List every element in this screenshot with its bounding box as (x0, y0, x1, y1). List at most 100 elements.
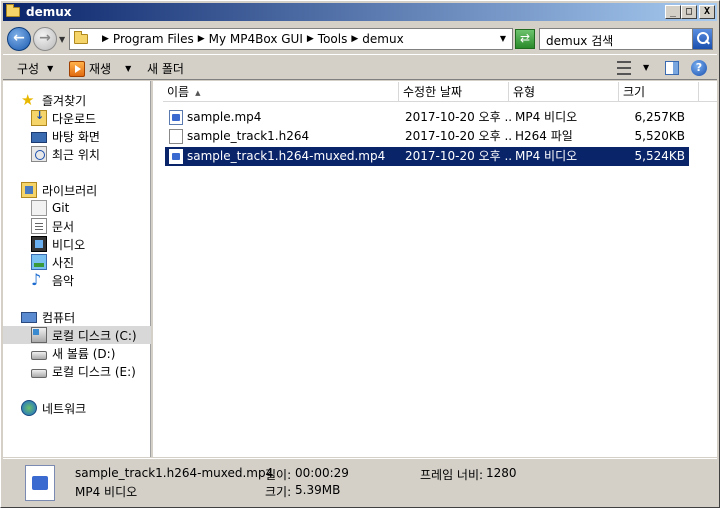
file-size: 5,524KB (634, 149, 685, 163)
title-bar[interactable]: demux _ □ X (3, 3, 717, 21)
nav-label: 로컬 디스크 (E:) (52, 364, 136, 379)
maximize-button[interactable]: □ (681, 5, 697, 19)
search-input[interactable]: demux 검색 (539, 28, 713, 50)
file-name: sample_track1.h264 (187, 129, 310, 143)
new-folder-button[interactable]: 새 폴더 (147, 60, 184, 77)
nav-item-documents[interactable]: 문서 (31, 217, 74, 235)
breadcrumb-chevron-icon[interactable]: ▶ (307, 34, 314, 44)
file-date: 2017-10-20 오후 ... (405, 149, 511, 163)
nav-item-downloads[interactable]: 다운로드 (31, 109, 96, 127)
nav-item-pictures[interactable]: 사진 (31, 253, 74, 271)
nav-item-desktop[interactable]: 바탕 화면 (31, 127, 100, 145)
breadcrumb-item[interactable]: My MP4Box GUI (209, 32, 303, 46)
view-options-icon[interactable] (617, 61, 631, 75)
chevron-down-icon: ▼ (125, 64, 132, 73)
mp4-file-icon (25, 465, 55, 501)
column-label: 수정한 날짜 (403, 85, 463, 99)
back-button[interactable]: ← (7, 27, 31, 51)
computer-icon (21, 312, 37, 323)
nav-label: 라이브러리 (42, 183, 98, 198)
file-type: H264 파일 (515, 129, 573, 143)
play-label: 재생 (89, 62, 112, 76)
details-length-value: 00:00:29 (295, 466, 349, 480)
nav-label: 즐겨찾기 (42, 93, 87, 108)
details-pane: sample_track1.h264-muxed.mp4 MP4 비디오 길이:… (3, 458, 717, 506)
address-bar[interactable]: ▶ Program Files ▶ My MP4Box GUI ▶ Tools … (69, 28, 513, 50)
file-row[interactable]: sample.mp4 2017-10-20 오후 ... MP4 비디오 6,2… (165, 108, 689, 127)
nav-item-git[interactable]: Git (31, 199, 69, 217)
column-header-type[interactable]: 유형 (509, 82, 619, 102)
desktop-icon (31, 131, 47, 143)
nav-label: 컴퓨터 (42, 310, 76, 325)
nav-computer[interactable]: 컴퓨터 (21, 308, 75, 326)
column-header-name[interactable]: 이름 ▲ (163, 82, 399, 102)
nav-item-videos[interactable]: 비디오 (31, 235, 85, 253)
drive-icon (31, 368, 47, 378)
details-filetype: MP4 비디오 (75, 485, 138, 499)
column-label: 이름 (167, 85, 190, 99)
address-dropdown-icon[interactable]: ▼ (500, 34, 506, 43)
file-row-selected[interactable]: sample_track1.h264-muxed.mp4 2017-10-20 … (165, 147, 689, 166)
nav-label: 비디오 (52, 237, 86, 252)
recent-places-icon (31, 146, 47, 162)
breadcrumb-item[interactable]: Tools (318, 32, 348, 46)
column-label: 유형 (513, 85, 536, 99)
nav-label: 로컬 디스크 (C:) (52, 328, 137, 343)
star-icon: ★ (21, 91, 35, 109)
file-list: 이름 ▲ 수정한 날짜 유형 크기 sample.mp4 2017-10-20 오… (153, 81, 717, 457)
column-header-row: 이름 ▲ 수정한 날짜 유형 크기 (163, 82, 717, 102)
details-frame-width-label: 프레임 너비: (420, 468, 484, 482)
play-button[interactable]: 재생 ▼ (69, 60, 131, 77)
nav-item-drive-d[interactable]: 새 볼륨 (D:) (31, 344, 115, 362)
column-header-date[interactable]: 수정한 날짜 (399, 82, 509, 102)
preview-pane-icon[interactable] (665, 61, 679, 75)
nav-favorites[interactable]: ★ 즐겨찾기 (21, 91, 86, 109)
minimize-button[interactable]: _ (665, 5, 681, 19)
forward-button[interactable]: → (33, 27, 57, 51)
file-name: sample.mp4 (187, 110, 262, 124)
nav-label: 문서 (52, 219, 75, 234)
nav-item-music[interactable]: ♪ 음악 (31, 271, 74, 289)
nav-label: 최근 위치 (52, 147, 100, 162)
breadcrumb-chevron-icon[interactable]: ▶ (198, 34, 205, 44)
nav-label: 네트워크 (42, 401, 87, 416)
nav-libraries[interactable]: 라이브러리 (21, 181, 97, 199)
folder-icon (74, 31, 90, 45)
folder-icon (6, 4, 22, 19)
file-size: 6,257KB (634, 110, 685, 124)
column-header-size[interactable]: 크기 (619, 82, 699, 102)
downloads-icon (31, 109, 47, 126)
documents-icon (31, 218, 47, 234)
file-row[interactable]: sample_track1.h264 2017-10-20 오후 ... H26… (165, 127, 689, 146)
nav-item-drive-c[interactable]: 로컬 디스크 (C:) (3, 326, 151, 344)
nav-item-drive-e[interactable]: 로컬 디스크 (E:) (31, 362, 136, 380)
breadcrumb-chevron-icon[interactable]: ▶ (102, 34, 109, 44)
details-frame-width-value: 1280 (486, 466, 517, 480)
details-filename: sample_track1.h264-muxed.mp4 (75, 466, 274, 480)
explorer-window: demux _ □ X ← → ▼ ▶ Program Files ▶ My M… (0, 0, 720, 508)
nav-label: 다운로드 (52, 111, 97, 126)
breadcrumb-item[interactable]: Program Files (113, 32, 194, 46)
breadcrumb-item[interactable]: demux (362, 32, 403, 46)
details-length-label: 길이: (265, 468, 292, 482)
new-folder-label: 새 폴더 (147, 62, 184, 76)
nav-network[interactable]: 네트워크 (21, 399, 86, 417)
breadcrumb-chevron-icon[interactable]: ▶ (351, 34, 358, 44)
nav-label: 새 볼륨 (D:) (52, 346, 116, 361)
sort-ascending-icon: ▲ (195, 88, 201, 97)
chevron-down-icon[interactable]: ▼ (643, 63, 649, 72)
help-icon[interactable]: ? (691, 60, 707, 76)
file-type: MP4 비디오 (515, 110, 578, 124)
details-size-label: 크기: (265, 485, 292, 499)
nav-item-recent[interactable]: 최근 위치 (31, 145, 100, 163)
command-bar: 구성 ▼ 재생 ▼ 새 폴더 ▼ ? (3, 54, 717, 80)
organize-button[interactable]: 구성 ▼ (17, 60, 53, 77)
window-title: demux (26, 5, 72, 19)
close-button[interactable]: X (699, 5, 715, 19)
column-label: 크기 (623, 85, 646, 99)
search-placeholder: demux 검색 (546, 34, 614, 48)
refresh-button[interactable]: ⇄ (515, 29, 535, 49)
recent-pages-dropdown[interactable]: ▼ (59, 35, 65, 44)
search-icon[interactable] (692, 29, 712, 49)
file-date: 2017-10-20 오후 ... (405, 110, 511, 124)
